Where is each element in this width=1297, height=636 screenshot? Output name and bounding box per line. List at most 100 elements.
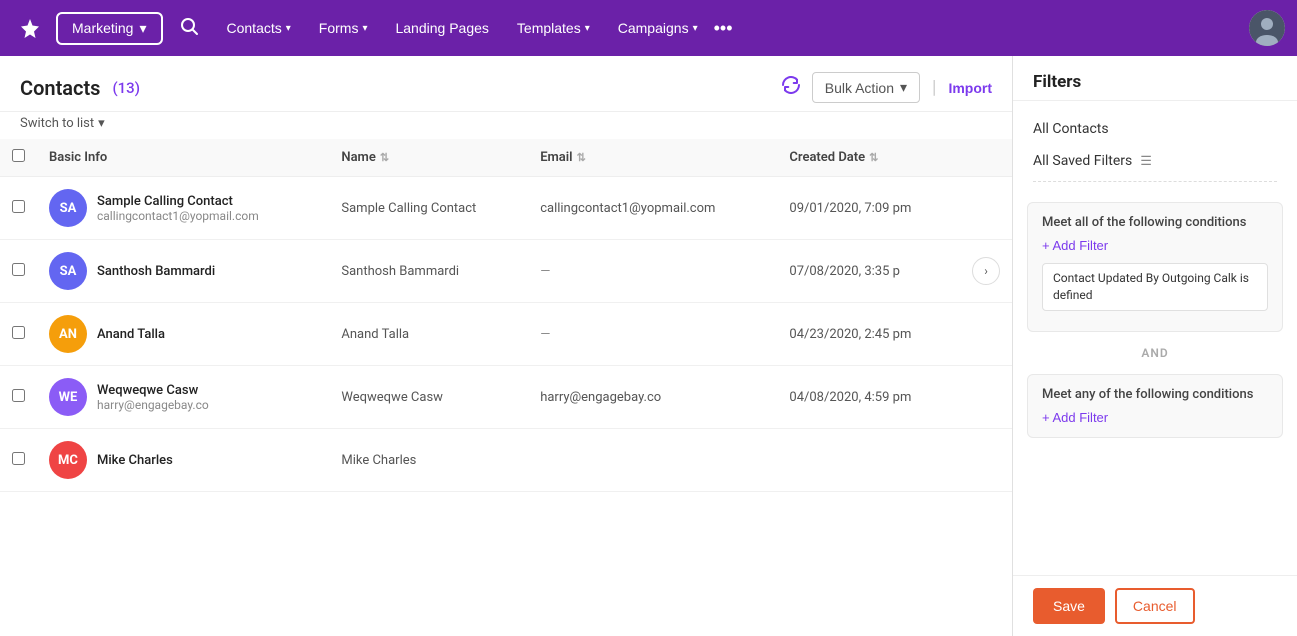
bulk-action-button[interactable]: Bulk Action ▾	[812, 72, 920, 103]
basic-info-cell: WE Weqweqwe Casw harry@engagebay.co	[37, 366, 329, 429]
contact-email-sub: callingcontact1@yopmail.com	[97, 209, 259, 223]
email-cell	[528, 429, 777, 492]
marketing-label: Marketing	[72, 20, 133, 36]
contacts-actions: Bulk Action ▾ | Import	[782, 72, 992, 103]
nav-landing-pages[interactable]: Landing Pages	[383, 12, 500, 44]
name-cell: Anand Talla	[329, 303, 528, 366]
row-checkbox[interactable]	[12, 263, 25, 276]
filter-title: Filters	[1013, 56, 1297, 101]
basic-info-cell: SA Sample Calling Contact callingcontact…	[37, 177, 329, 240]
basic-info-cell: MC Mike Charles	[37, 429, 329, 492]
table-row: WE Weqweqwe Casw harry@engagebay.co Weqw…	[0, 366, 1012, 429]
contact-email-sub: harry@engagebay.co	[97, 398, 209, 412]
marketing-dropdown-button[interactable]: Marketing ▾	[56, 12, 163, 45]
all-saved-filters[interactable]: All Saved Filters ☰	[1033, 145, 1277, 182]
contact-row: SA Santhosh Bammardi	[49, 252, 317, 290]
email-cell: —	[528, 303, 777, 366]
expand-row-col	[960, 366, 1012, 429]
templates-chevron-icon: ▾	[585, 23, 590, 34]
basic-info-col: Basic Info	[37, 139, 329, 177]
expand-row-col: ›	[960, 240, 1012, 303]
contact-info: Mike Charles	[97, 453, 173, 468]
nav-templates[interactable]: Templates ▾	[505, 12, 602, 44]
email-cell: harry@engagebay.co	[528, 366, 777, 429]
basic-info-cell: AN Anand Talla	[37, 303, 329, 366]
nav-more-button[interactable]: •••	[714, 18, 733, 39]
page-title: Contacts	[20, 76, 100, 100]
divider: |	[932, 77, 936, 98]
contacts-table: Basic Info Name ⇅ Email ⇅	[0, 139, 1012, 492]
condition-1-title: Meet all of the following conditions	[1042, 215, 1268, 230]
contact-row: MC Mike Charles	[49, 441, 317, 479]
date-cell: 07/08/2020, 3:35 p	[777, 240, 960, 303]
avatar: MC	[49, 441, 87, 479]
expand-row-col	[960, 429, 1012, 492]
select-all-checkbox[interactable]	[12, 149, 25, 162]
name-cell: Mike Charles	[329, 429, 528, 492]
avatar: SA	[49, 252, 87, 290]
save-filter-button[interactable]: Save	[1033, 588, 1105, 624]
date-cell: 09/01/2020, 7:09 pm	[777, 177, 960, 240]
nav-forms[interactable]: Forms ▾	[307, 12, 380, 44]
contact-info: Weqweqwe Casw harry@engagebay.co	[97, 383, 209, 412]
filter-funnel-icon: ☰	[1140, 154, 1152, 169]
marketing-chevron-icon: ▾	[139, 20, 146, 37]
condition-2-title: Meet any of the following conditions	[1042, 387, 1268, 402]
import-button[interactable]: Import	[948, 80, 992, 96]
cancel-filter-button[interactable]: Cancel	[1115, 588, 1195, 624]
and-divider: AND	[1027, 340, 1283, 366]
topnav: Marketing ▾ Contacts ▾ Forms ▾ Landing P…	[0, 0, 1297, 56]
created-date-col[interactable]: Created Date ⇅	[777, 139, 960, 177]
avatar: AN	[49, 315, 87, 353]
row-checkbox[interactable]	[12, 200, 25, 213]
switch-to-list[interactable]: Switch to list ▾	[0, 112, 1012, 139]
campaigns-chevron-icon: ▾	[693, 23, 698, 34]
nav-contacts[interactable]: Contacts ▾	[215, 12, 303, 44]
contact-row: SA Sample Calling Contact callingcontact…	[49, 189, 317, 227]
main-area: Contacts (13) Bulk Action ▾ |	[0, 56, 1297, 636]
email-cell: —	[528, 240, 777, 303]
name-sort-icon: ⇅	[380, 151, 389, 164]
add-filter-1-button[interactable]: + Add Filter	[1042, 238, 1108, 253]
contact-info: Santhosh Bammardi	[97, 264, 215, 279]
bulk-action-label: Bulk Action	[825, 80, 894, 96]
row-checkbox[interactable]	[12, 326, 25, 339]
date-sort-icon: ⇅	[869, 151, 878, 164]
email-col[interactable]: Email ⇅	[528, 139, 777, 177]
contact-info: Sample Calling Contact callingcontact1@y…	[97, 194, 259, 223]
filter-panel: Filters All Contacts All Saved Filters ☰…	[1012, 56, 1297, 636]
date-cell	[777, 429, 960, 492]
basic-info-cell: SA Santhosh Bammardi	[37, 240, 329, 303]
table-row: SA Santhosh Bammardi Santhosh Bammardi—0…	[0, 240, 1012, 303]
collapse-button[interactable]: ›	[972, 257, 1000, 285]
filter-tag-1[interactable]: Contact Updated By Outgoing Calk is defi…	[1042, 263, 1268, 311]
contact-name: Weqweqwe Casw	[97, 383, 209, 398]
contacts-header: Contacts (13) Bulk Action ▾ |	[0, 56, 1012, 112]
expand-col	[960, 139, 1012, 177]
contact-name: Mike Charles	[97, 453, 173, 468]
avatar: SA	[49, 189, 87, 227]
nav-campaigns[interactable]: Campaigns ▾	[606, 12, 710, 44]
app-logo[interactable]	[12, 10, 48, 46]
contacts-panel: Contacts (13) Bulk Action ▾ |	[0, 56, 1012, 636]
row-checkbox[interactable]	[12, 452, 25, 465]
forms-chevron-icon: ▾	[362, 23, 367, 34]
row-checkbox[interactable]	[12, 389, 25, 402]
date-cell: 04/23/2020, 2:45 pm	[777, 303, 960, 366]
avatar: WE	[49, 378, 87, 416]
date-cell: 04/08/2020, 4:59 pm	[777, 366, 960, 429]
contact-name: Santhosh Bammardi	[97, 264, 215, 279]
switch-chevron-icon: ▾	[98, 116, 105, 131]
table-row: MC Mike Charles Mike Charles	[0, 429, 1012, 492]
user-avatar[interactable]	[1249, 10, 1285, 46]
name-cell: Santhosh Bammardi	[329, 240, 528, 303]
name-cell: Weqweqwe Casw	[329, 366, 528, 429]
contact-info: Anand Talla	[97, 327, 165, 342]
all-contacts-filter[interactable]: All Contacts	[1033, 113, 1277, 145]
search-button[interactable]	[179, 16, 199, 41]
name-col[interactable]: Name ⇅	[329, 139, 528, 177]
add-filter-2-button[interactable]: + Add Filter	[1042, 410, 1108, 425]
refresh-button[interactable]	[782, 76, 800, 99]
filter-actions: Save Cancel	[1013, 575, 1297, 636]
filter-section-top: All Contacts All Saved Filters ☰	[1013, 101, 1297, 194]
